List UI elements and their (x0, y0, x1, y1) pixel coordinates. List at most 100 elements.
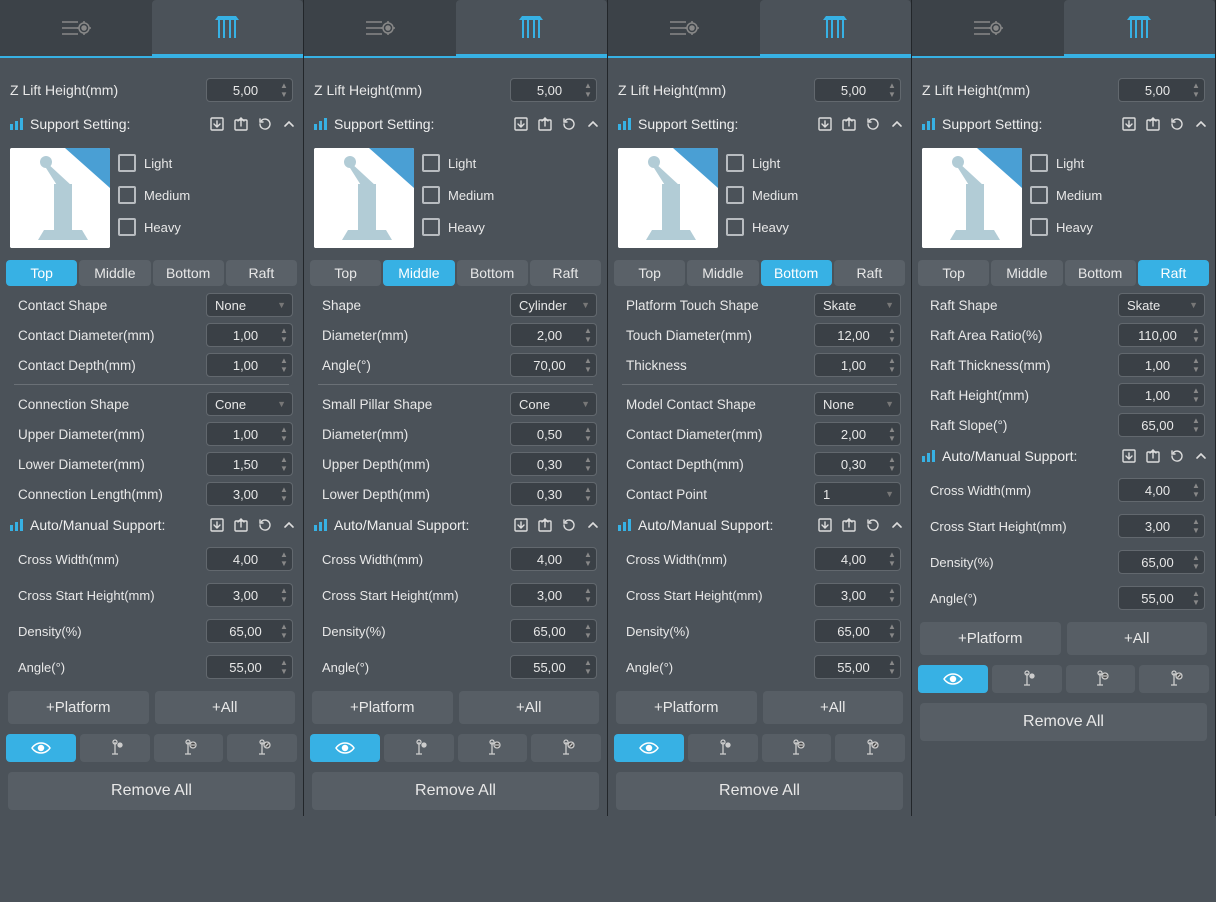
spin-up-icon[interactable]: ▲ (1190, 387, 1202, 395)
spin-down-icon[interactable]: ▼ (886, 336, 898, 344)
visibility-button[interactable] (918, 665, 988, 693)
export-icon[interactable] (1143, 446, 1163, 466)
number-input[interactable]: ▲▼ (814, 452, 901, 476)
tab-middle[interactable]: Middle (79, 260, 150, 286)
number-input[interactable]: ▲▼ (814, 619, 901, 643)
spin-up-icon[interactable]: ▲ (582, 623, 594, 631)
support-edit-button[interactable] (227, 734, 297, 762)
spin-up-icon[interactable]: ▲ (886, 82, 898, 90)
number-input[interactable]: ▲▼ (1118, 413, 1205, 437)
tab-bottom[interactable]: Bottom (457, 260, 528, 286)
visibility-button[interactable] (6, 734, 76, 762)
spin-down-icon[interactable]: ▼ (278, 435, 290, 443)
tab-raft[interactable]: Raft (1138, 260, 1209, 286)
spin-up-icon[interactable]: ▲ (582, 486, 594, 494)
spin-down-icon[interactable]: ▼ (278, 91, 290, 99)
dropdown[interactable]: Cylinder▼ (510, 293, 597, 317)
dropdown[interactable]: None▼ (206, 293, 293, 317)
number-input[interactable]: ▲▼ (206, 655, 293, 679)
export-icon[interactable] (535, 114, 555, 134)
spin-down-icon[interactable]: ▼ (278, 495, 290, 503)
spin-up-icon[interactable]: ▲ (886, 357, 898, 365)
visibility-button[interactable] (614, 734, 684, 762)
support-edit-button[interactable] (835, 734, 905, 762)
tab-settings[interactable] (608, 0, 760, 56)
import-icon[interactable] (1119, 114, 1139, 134)
reset-icon[interactable] (1167, 446, 1187, 466)
spin-up-icon[interactable]: ▲ (1190, 590, 1202, 598)
spin-up-icon[interactable]: ▲ (582, 587, 594, 595)
reset-icon[interactable] (863, 515, 883, 535)
tab-settings[interactable] (0, 0, 152, 56)
tab-raft[interactable]: Raft (834, 260, 905, 286)
check-heavy[interactable]: Heavy (726, 218, 798, 236)
spin-down-icon[interactable]: ▼ (886, 91, 898, 99)
spin-down-icon[interactable]: ▼ (278, 336, 290, 344)
number-input[interactable]: ▲▼ (510, 583, 597, 607)
tab-bottom[interactable]: Bottom (1065, 260, 1136, 286)
collapse-icon[interactable] (279, 114, 299, 134)
export-icon[interactable] (535, 515, 555, 535)
number-input[interactable]: ▲▼ (1118, 550, 1205, 574)
support-remove-button[interactable] (762, 734, 832, 762)
spin-down-icon[interactable]: ▼ (582, 596, 594, 604)
number-input[interactable]: ▲▼ (206, 482, 293, 506)
number-input[interactable]: ▲▼ (1118, 514, 1205, 538)
support-remove-button[interactable] (1066, 665, 1136, 693)
spin-up-icon[interactable]: ▲ (278, 659, 290, 667)
support-edit-button[interactable] (1139, 665, 1209, 693)
number-input[interactable]: ▲▼ (814, 353, 901, 377)
number-input[interactable]: ▲▼ (814, 422, 901, 446)
tab-raft[interactable]: Raft (226, 260, 297, 286)
spin-down-icon[interactable]: ▼ (886, 435, 898, 443)
collapse-icon[interactable] (583, 515, 603, 535)
export-icon[interactable] (1143, 114, 1163, 134)
number-input[interactable]: ▲▼ (814, 323, 901, 347)
spin-up-icon[interactable]: ▲ (582, 456, 594, 464)
spin-up-icon[interactable]: ▲ (886, 426, 898, 434)
collapse-icon[interactable] (583, 114, 603, 134)
spin-down-icon[interactable]: ▼ (582, 495, 594, 503)
spin-up-icon[interactable]: ▲ (886, 456, 898, 464)
spin-up-icon[interactable]: ▲ (886, 551, 898, 559)
export-icon[interactable] (839, 114, 859, 134)
spin-up-icon[interactable]: ▲ (1190, 518, 1202, 526)
spin-up-icon[interactable]: ▲ (1190, 417, 1202, 425)
support-mode-1-button[interactable] (992, 665, 1062, 693)
spin-up-icon[interactable]: ▲ (278, 327, 290, 335)
remove-all-button[interactable]: Remove All (920, 703, 1207, 741)
spin-up-icon[interactable]: ▲ (582, 82, 594, 90)
spin-down-icon[interactable]: ▼ (582, 336, 594, 344)
spin-up-icon[interactable]: ▲ (582, 357, 594, 365)
spin-down-icon[interactable]: ▼ (582, 668, 594, 676)
number-input[interactable]: ▲▼ (814, 655, 901, 679)
spin-up-icon[interactable]: ▲ (1190, 482, 1202, 490)
spin-up-icon[interactable]: ▲ (278, 82, 290, 90)
check-medium[interactable]: Medium (422, 186, 494, 204)
number-input[interactable]: ▲▼ (206, 78, 293, 102)
check-light[interactable]: Light (726, 154, 798, 172)
spin-down-icon[interactable]: ▼ (886, 366, 898, 374)
tab-supports[interactable] (152, 0, 304, 56)
all-button[interactable]: +All (763, 691, 904, 724)
all-button[interactable]: +All (1067, 622, 1208, 655)
spin-up-icon[interactable]: ▲ (278, 486, 290, 494)
check-heavy[interactable]: Heavy (1030, 218, 1102, 236)
support-remove-button[interactable] (154, 734, 224, 762)
spin-up-icon[interactable]: ▲ (1190, 327, 1202, 335)
number-input[interactable]: ▲▼ (510, 353, 597, 377)
tab-supports[interactable] (456, 0, 608, 56)
support-mode-1-button[interactable] (384, 734, 454, 762)
all-button[interactable]: +All (459, 691, 600, 724)
remove-all-button[interactable]: Remove All (8, 772, 295, 810)
platform-button[interactable]: +Platform (616, 691, 757, 724)
export-icon[interactable] (839, 515, 859, 535)
reset-icon[interactable] (863, 114, 883, 134)
check-heavy[interactable]: Heavy (118, 218, 190, 236)
spin-down-icon[interactable]: ▼ (1190, 426, 1202, 434)
spin-down-icon[interactable]: ▼ (278, 366, 290, 374)
tab-middle[interactable]: Middle (687, 260, 758, 286)
spin-down-icon[interactable]: ▼ (886, 596, 898, 604)
visibility-button[interactable] (310, 734, 380, 762)
spin-up-icon[interactable]: ▲ (278, 551, 290, 559)
